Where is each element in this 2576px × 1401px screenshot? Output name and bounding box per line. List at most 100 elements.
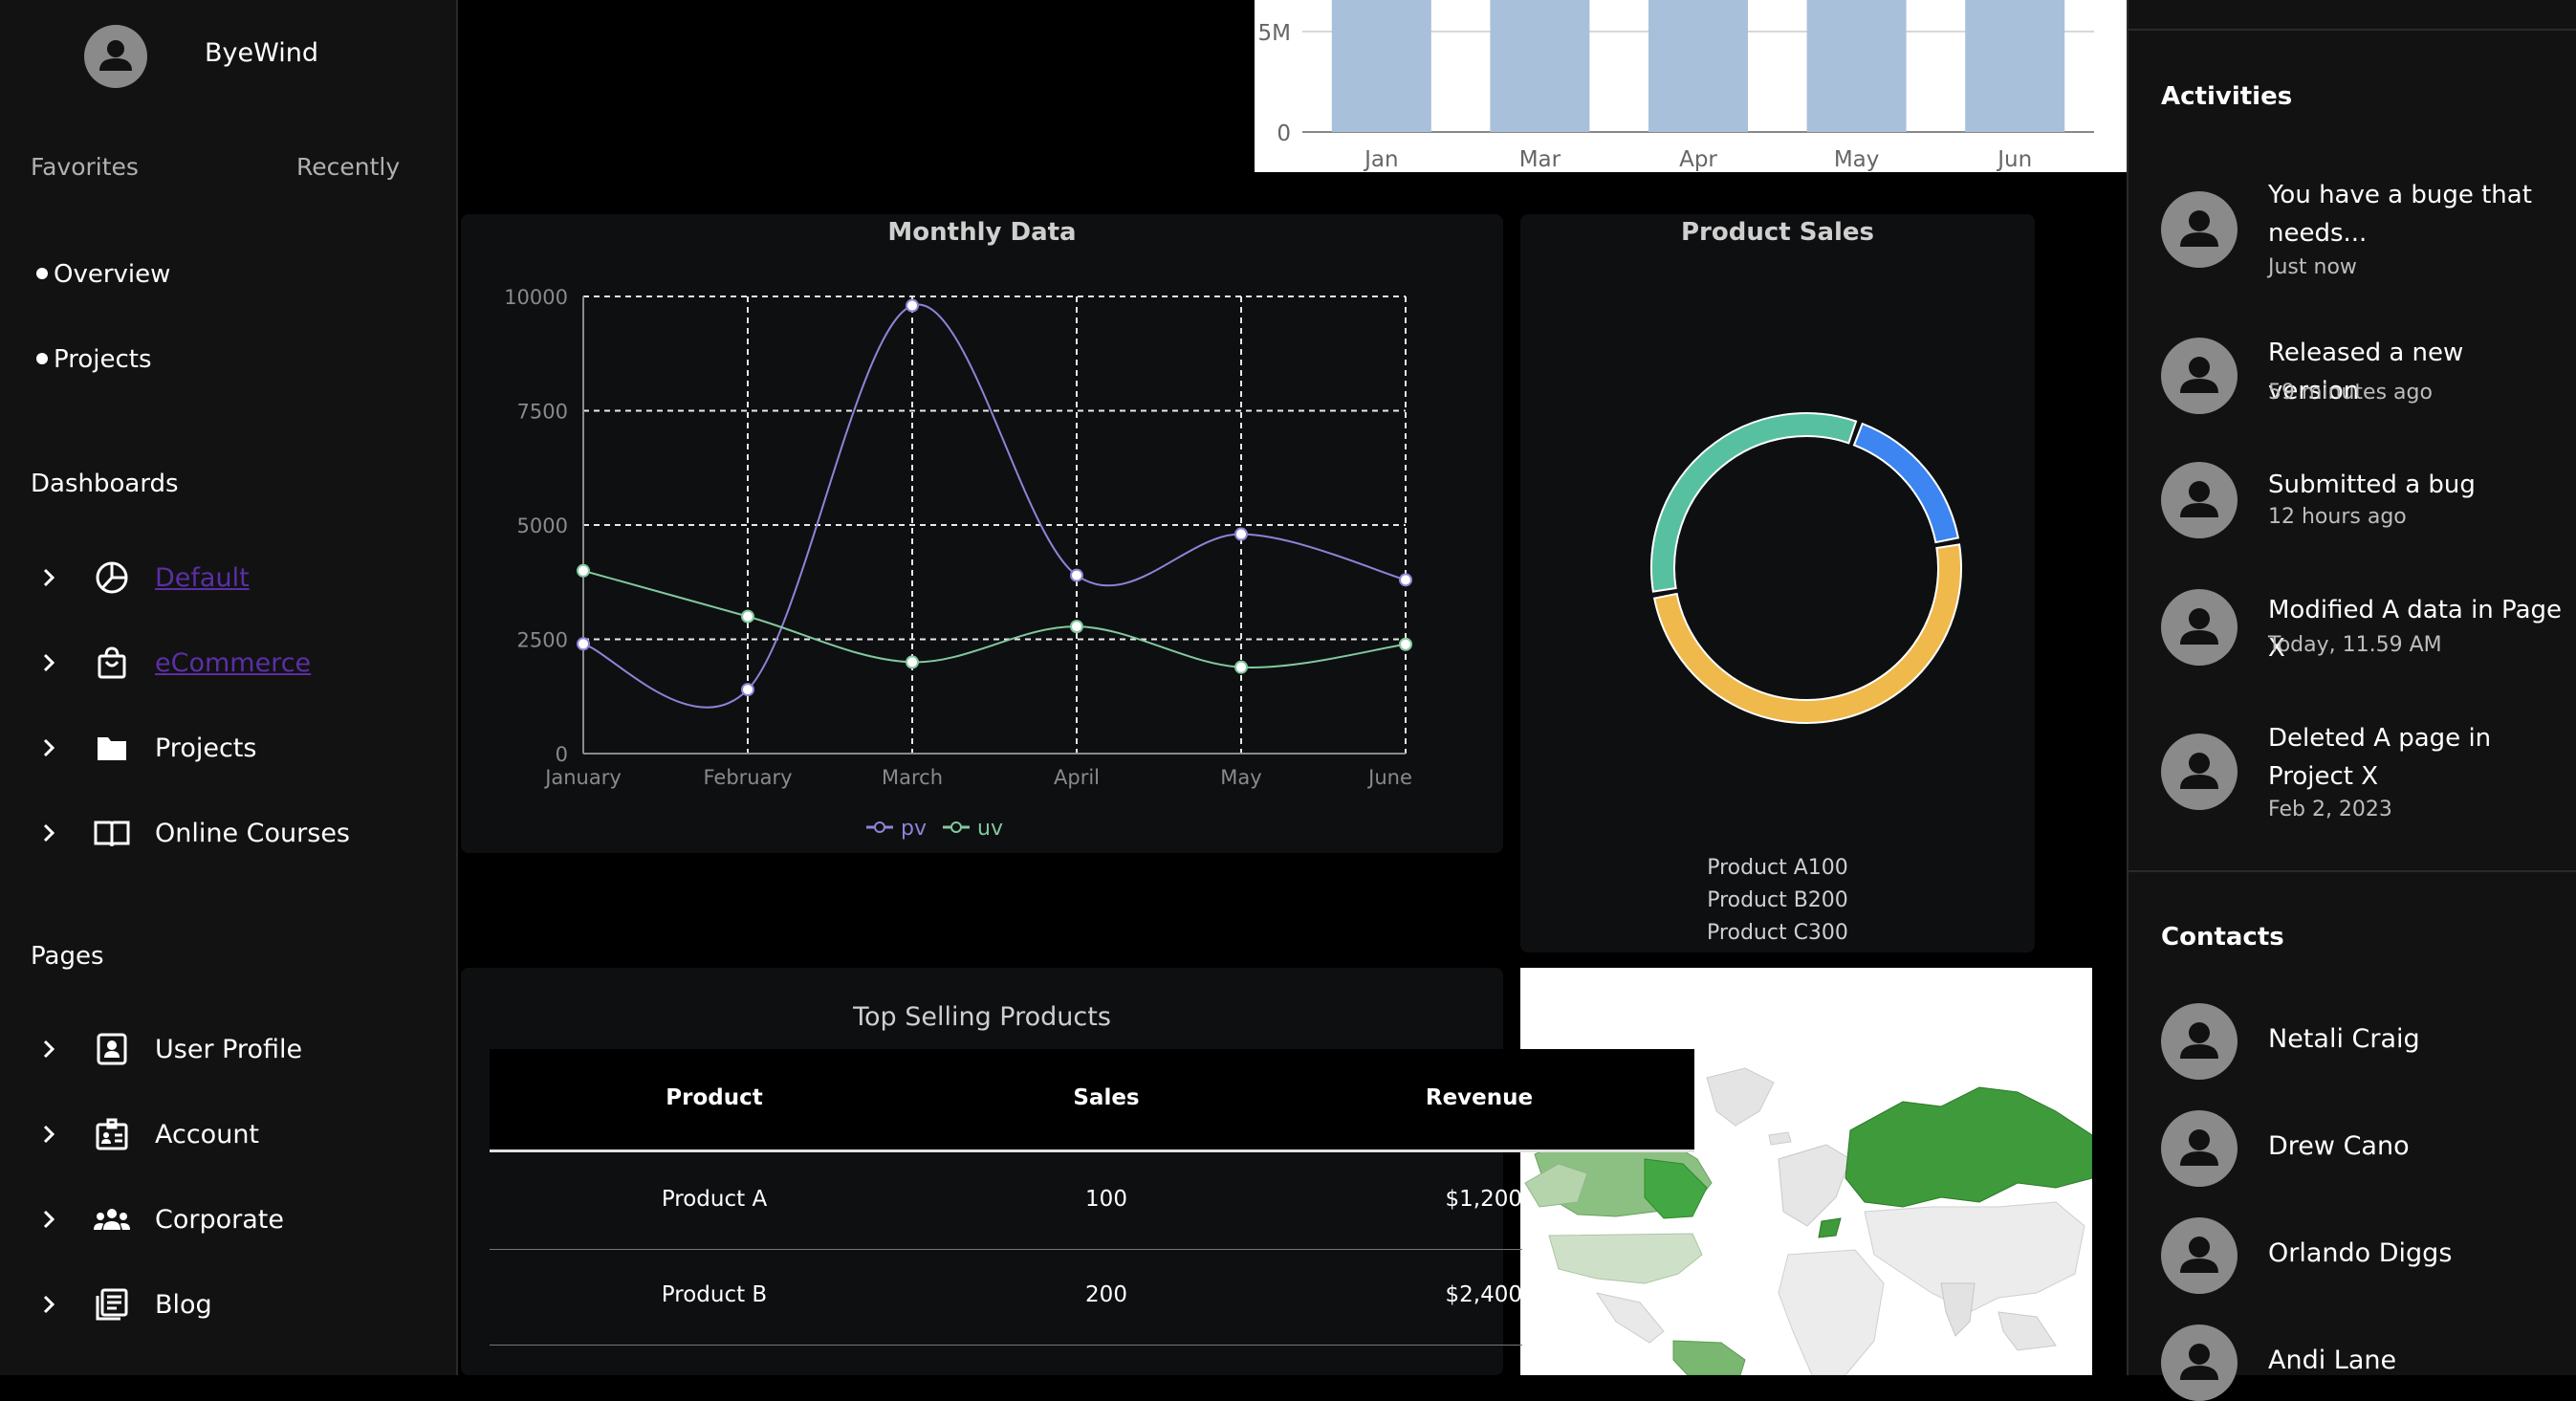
activity-time: Today, 11.59 AM xyxy=(2268,633,2442,657)
activity-time: Just now xyxy=(2268,255,2357,279)
activity-item[interactable]: You have a buge that needs... Just now xyxy=(2161,181,2563,287)
activity-time: Feb 2, 2023 xyxy=(2268,798,2392,821)
brand-name: ByeWind xyxy=(205,38,318,68)
x-tick-label: Jun xyxy=(1996,147,2032,172)
nav-label: User Profile xyxy=(155,1034,303,1064)
chevron-right-icon[interactable] xyxy=(34,1290,63,1319)
monthly-data-panel: Monthly Data 0 2500 5000 7500 10000 January Fe… xyxy=(461,214,1503,853)
nav-item-default[interactable]: Default xyxy=(34,554,436,602)
nav-label: Account xyxy=(155,1119,260,1149)
column-header-product[interactable]: Product xyxy=(652,1085,776,1110)
activity-item[interactable]: Deleted A page in Project X Feb 2, 2023 xyxy=(2161,724,2563,829)
activity-item[interactable]: Modified A data in Page X Today, 11.59 A… xyxy=(2161,589,2563,666)
users-group-icon xyxy=(92,1199,132,1239)
activity-text: Deleted A page in Project X xyxy=(2268,724,2492,791)
quick-item-projects[interactable]: Projects xyxy=(36,345,152,374)
bullet-icon xyxy=(36,267,48,279)
chevron-right-icon[interactable] xyxy=(34,1205,63,1234)
column-header-revenue[interactable]: Revenue xyxy=(1408,1085,1551,1110)
chevron-right-icon[interactable] xyxy=(34,819,63,847)
data-point-pv xyxy=(1070,568,1083,582)
contact-item[interactable]: Orlando Diggs xyxy=(2161,1217,2563,1294)
contact-item[interactable]: Drew Cano xyxy=(2161,1110,2563,1187)
quick-item-label: Overview xyxy=(54,260,171,289)
donut-slice-product-c xyxy=(1652,543,1962,724)
divider xyxy=(2128,29,2576,31)
activity-item[interactable]: Released a new version 59 minutes ago xyxy=(2161,338,2563,414)
nav-item-account[interactable]: Account xyxy=(34,1110,436,1158)
id-card-icon xyxy=(92,1114,132,1154)
bar xyxy=(1806,0,1907,132)
activity-avatar xyxy=(2161,733,2238,810)
x-tick-label: April xyxy=(1054,766,1100,789)
nav-item-corporate[interactable]: Corporate xyxy=(34,1195,436,1243)
activity-avatar xyxy=(2161,589,2238,666)
contact-avatar xyxy=(2161,1003,2238,1080)
column-header-sales[interactable]: Sales xyxy=(1044,1085,1168,1110)
activity-text: Submitted a bug xyxy=(2268,471,2476,499)
world-map-svg xyxy=(1520,968,2092,1375)
legend-product-b: Product B200 xyxy=(1707,888,1848,912)
data-point-uv xyxy=(1234,660,1248,674)
bar-chart-svg: 0 5M Jan Mar Apr May Jun xyxy=(1258,0,2094,172)
contact-name: Andi Lane xyxy=(2268,1346,2397,1375)
legend-product-a: Product A100 xyxy=(1707,856,1848,880)
nav-item-ecommerce[interactable]: eCommerce xyxy=(34,639,436,687)
nav-item-online-courses[interactable]: Online Courses xyxy=(34,809,436,857)
table-header: Product Sales Revenue xyxy=(490,1049,1694,1152)
tab-favorites[interactable]: Favorites xyxy=(31,153,139,181)
data-point-pv xyxy=(1234,527,1248,541)
activity-item[interactable]: Submitted a bug 12 hours ago xyxy=(2161,462,2563,538)
y-tick-label: 5000 xyxy=(517,514,568,537)
cell-product: Product B xyxy=(661,1282,768,1307)
user-profile-icon xyxy=(92,1029,132,1069)
bar xyxy=(1648,0,1748,132)
tab-recently[interactable]: Recently xyxy=(296,153,400,181)
x-tick-label: February xyxy=(703,766,792,789)
chevron-right-icon[interactable] xyxy=(34,563,63,592)
y-tick-label: 2500 xyxy=(517,629,568,652)
activity-text: You have a buge that needs... xyxy=(2268,181,2532,248)
user-avatar[interactable] xyxy=(84,25,147,88)
activities-title: Activities xyxy=(2161,82,2293,111)
legend-label: pv xyxy=(901,817,927,841)
data-point-uv xyxy=(906,655,919,669)
donut-slice-product-b xyxy=(1650,412,1858,593)
chevron-right-icon[interactable] xyxy=(34,733,63,762)
donut-chart-svg xyxy=(1650,412,1962,724)
nav-item-projects[interactable]: Projects xyxy=(34,724,436,772)
data-point-uv xyxy=(1399,637,1412,651)
nav-label[interactable]: eCommerce xyxy=(155,648,311,678)
shopping-bag-icon xyxy=(92,643,132,683)
nav-label[interactable]: Default xyxy=(155,563,250,593)
section-pages: Pages xyxy=(31,942,104,971)
contact-name: Netali Craig xyxy=(2268,1024,2420,1054)
chevron-right-icon[interactable] xyxy=(34,1035,63,1063)
nav-item-blog[interactable]: Blog xyxy=(34,1281,436,1328)
data-point-pv xyxy=(1399,573,1412,587)
nav-label: Online Courses xyxy=(155,818,351,848)
data-point-uv xyxy=(577,563,590,578)
nav-item-user-profile[interactable]: User Profile xyxy=(34,1025,436,1073)
y-tick-label: 0 xyxy=(1277,121,1291,146)
nav-label: Projects xyxy=(155,733,257,763)
contact-name: Orlando Diggs xyxy=(2268,1238,2453,1268)
donut-slice-product-a xyxy=(1852,422,1960,544)
chevron-right-icon[interactable] xyxy=(34,1120,63,1149)
quick-item-overview[interactable]: Overview xyxy=(36,260,170,289)
chevron-right-icon[interactable] xyxy=(34,648,63,677)
contacts-title: Contacts xyxy=(2161,923,2284,952)
series-line-uv xyxy=(582,569,1407,668)
x-tick-label: Mar xyxy=(1519,147,1561,172)
nav-label: Blog xyxy=(155,1289,212,1320)
x-tick-label: May xyxy=(1834,147,1880,172)
contact-item[interactable]: Netali Craig xyxy=(2161,1003,2563,1080)
data-point-uv xyxy=(1070,620,1083,634)
contact-item[interactable]: Andi Lane xyxy=(2161,1324,2563,1401)
legend-product-c: Product C300 xyxy=(1707,921,1848,945)
y-tick-label: 0 xyxy=(556,743,568,766)
world-map[interactable] xyxy=(1520,968,2092,1375)
table-row[interactable]: Product A 100 $1,200 xyxy=(490,1154,1522,1250)
table-row[interactable]: Product B 200 $2,400 xyxy=(490,1250,1522,1346)
y-tick-label: 7500 xyxy=(517,401,568,424)
